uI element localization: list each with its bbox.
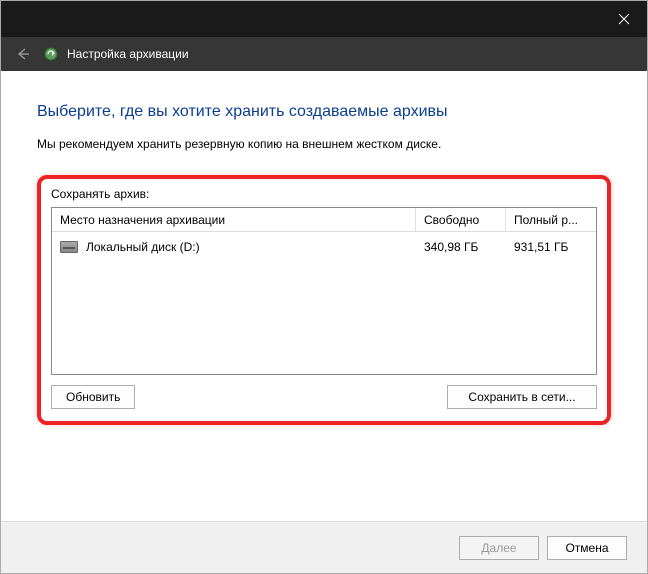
highlight-box: Сохранять архив: Место назначения архива… <box>37 175 611 425</box>
row-name: Локальный диск (D:) <box>86 240 200 254</box>
wizard-footer: Далее Отмена <box>1 521 647 573</box>
close-button[interactable] <box>601 1 647 37</box>
row-free: 340,98 ГБ <box>416 236 506 258</box>
drive-icon <box>60 241 78 253</box>
listview-row[interactable]: Локальный диск (D:) 340,98 ГБ 931,51 ГБ <box>52 232 596 262</box>
back-button[interactable] <box>11 42 35 66</box>
row-size: 931,51 ГБ <box>506 236 596 258</box>
wizard-title: Настройка архивации <box>67 47 189 61</box>
titlebar <box>1 1 647 37</box>
column-destination[interactable]: Место назначения архивации <box>52 208 416 231</box>
cancel-button[interactable]: Отмена <box>547 536 627 560</box>
refresh-button[interactable]: Обновить <box>51 385 135 409</box>
page-subtitle: Мы рекомендуем хранить резервную копию н… <box>37 137 611 151</box>
close-icon <box>618 13 630 25</box>
content-area: Выберите, где вы хотите хранить создавае… <box>1 71 647 521</box>
page-title: Выберите, где вы хотите хранить создавае… <box>37 103 611 121</box>
next-button[interactable]: Далее <box>459 536 539 560</box>
column-size[interactable]: Полный р... <box>506 208 596 231</box>
arrow-left-icon <box>14 45 32 63</box>
backup-icon <box>43 46 59 62</box>
save-network-button[interactable]: Сохранить в сети... <box>447 385 597 409</box>
listview-header: Место назначения архивации Свободно Полн… <box>52 208 596 232</box>
destination-listview[interactable]: Место назначения архивации Свободно Полн… <box>51 207 597 375</box>
dialog-window: Настройка архивации Выберите, где вы хот… <box>0 0 648 574</box>
list-button-row: Обновить Сохранить в сети... <box>51 385 597 409</box>
wizard-header: Настройка архивации <box>1 37 647 71</box>
row-destination: Локальный диск (D:) <box>52 236 416 258</box>
section-label: Сохранять архив: <box>51 187 597 201</box>
column-free[interactable]: Свободно <box>416 208 506 231</box>
